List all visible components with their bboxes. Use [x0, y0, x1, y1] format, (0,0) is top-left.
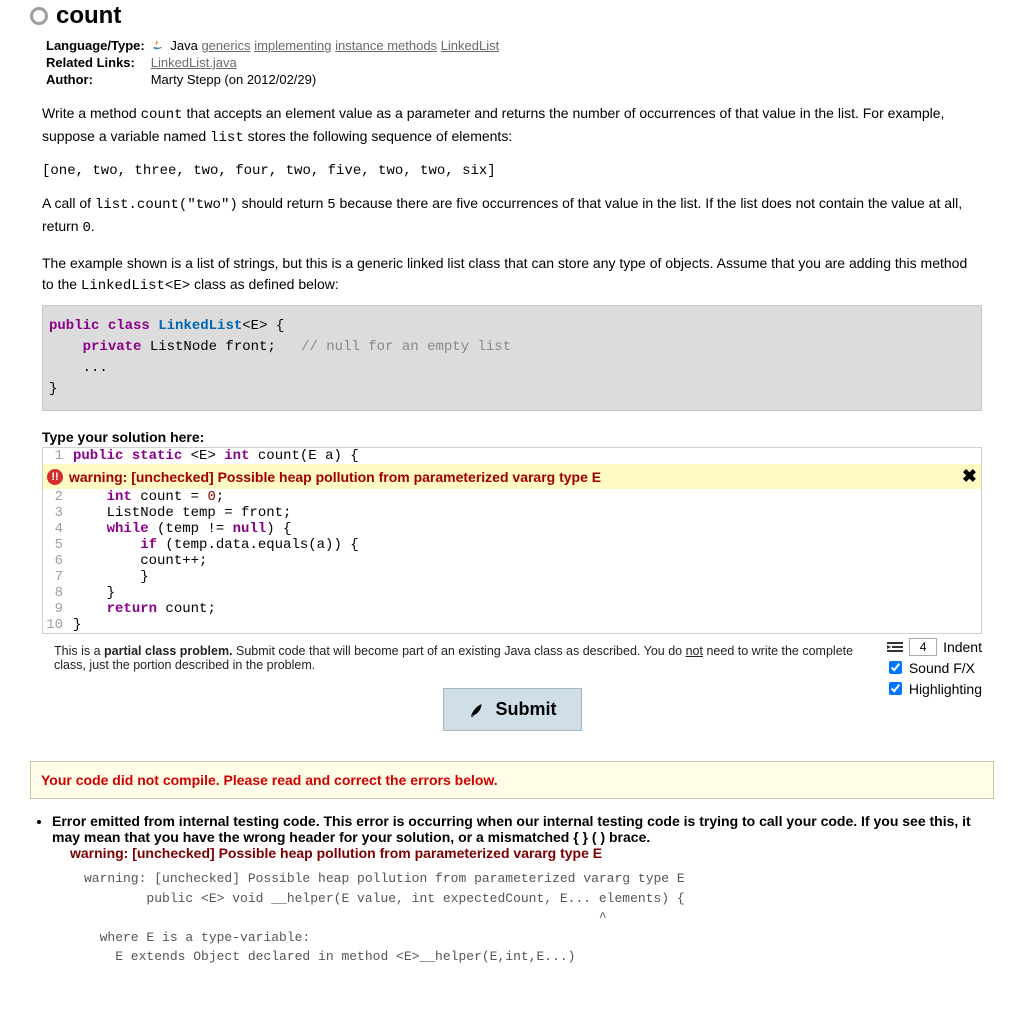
rocket-icon [468, 701, 486, 719]
class-definition: public class LinkedList<E> { private Lis… [42, 305, 982, 411]
indent-label: Indent [943, 639, 982, 655]
partial-class-note: This is a partial class problem. Submit … [54, 644, 873, 672]
related-link[interactable]: LinkedList.java [151, 55, 237, 70]
page-title: count [56, 2, 121, 30]
meta-lang-label: Language/Type: [44, 38, 147, 53]
lineno: 8 [43, 585, 67, 601]
lineno: 2 [43, 489, 67, 505]
tag-link[interactable]: generics [201, 38, 250, 53]
error-list: Error emitted from internal testing code… [52, 813, 994, 967]
submit-label: Submit [496, 699, 557, 720]
lineno: 4 [43, 521, 67, 537]
meta-author-label: Author: [44, 72, 147, 87]
solution-label: Type your solution here: [42, 429, 982, 445]
code-editor[interactable]: 1public static <E> int count(E a) { !! w… [42, 447, 982, 634]
meta-author: Marty Stepp (on 2012/02/29) [149, 72, 502, 87]
error-head: Error emitted from internal testing code… [52, 813, 971, 845]
desc-p2: A call of list.count("two") should retur… [42, 193, 982, 239]
lineno: 6 [43, 553, 67, 569]
desc-p3: The example shown is a list of strings, … [42, 253, 982, 297]
indent-icon[interactable] [887, 640, 903, 654]
close-icon[interactable]: ✖ [962, 466, 977, 487]
error-sub: warning: [unchecked] Possible heap pollu… [70, 845, 994, 861]
java-icon [151, 38, 165, 52]
highlight-checkbox[interactable] [889, 682, 902, 695]
inline-warning: !! warning: [unchecked] Possible heap po… [43, 464, 981, 489]
lineno: 7 [43, 569, 67, 585]
warning-icon: !! [47, 469, 63, 485]
lineno: 9 [43, 601, 67, 617]
lineno: 1 [43, 448, 67, 464]
meta-language: Java [170, 38, 197, 53]
tag-link[interactable]: LinkedList [441, 38, 500, 53]
tag-link[interactable]: instance methods [335, 38, 437, 53]
meta-table: Language/Type: Java generics implementin… [42, 36, 503, 89]
tag-link[interactable]: implementing [254, 38, 331, 53]
meta-links-label: Related Links: [44, 55, 147, 70]
desc-p1: Write a method count that accepts an ele… [42, 103, 982, 149]
warning-text: warning: [unchecked] Possible heap pollu… [69, 469, 601, 485]
highlight-checkbox-label[interactable]: Highlighting [885, 679, 982, 698]
lineno: 10 [43, 617, 67, 633]
status-circle-icon [30, 7, 48, 25]
sound-checkbox-label[interactable]: Sound F/X [885, 658, 982, 677]
indent-input[interactable] [909, 638, 937, 656]
example-list: [one, two, three, two, four, two, five, … [42, 163, 982, 179]
sound-checkbox[interactable] [889, 661, 902, 674]
submit-button[interactable]: Submit [443, 688, 582, 731]
compiler-output: warning: [unchecked] Possible heap pollu… [84, 869, 994, 967]
lineno: 3 [43, 505, 67, 521]
lineno: 5 [43, 537, 67, 553]
compile-error-banner: Your code did not compile. Please read a… [30, 761, 994, 799]
